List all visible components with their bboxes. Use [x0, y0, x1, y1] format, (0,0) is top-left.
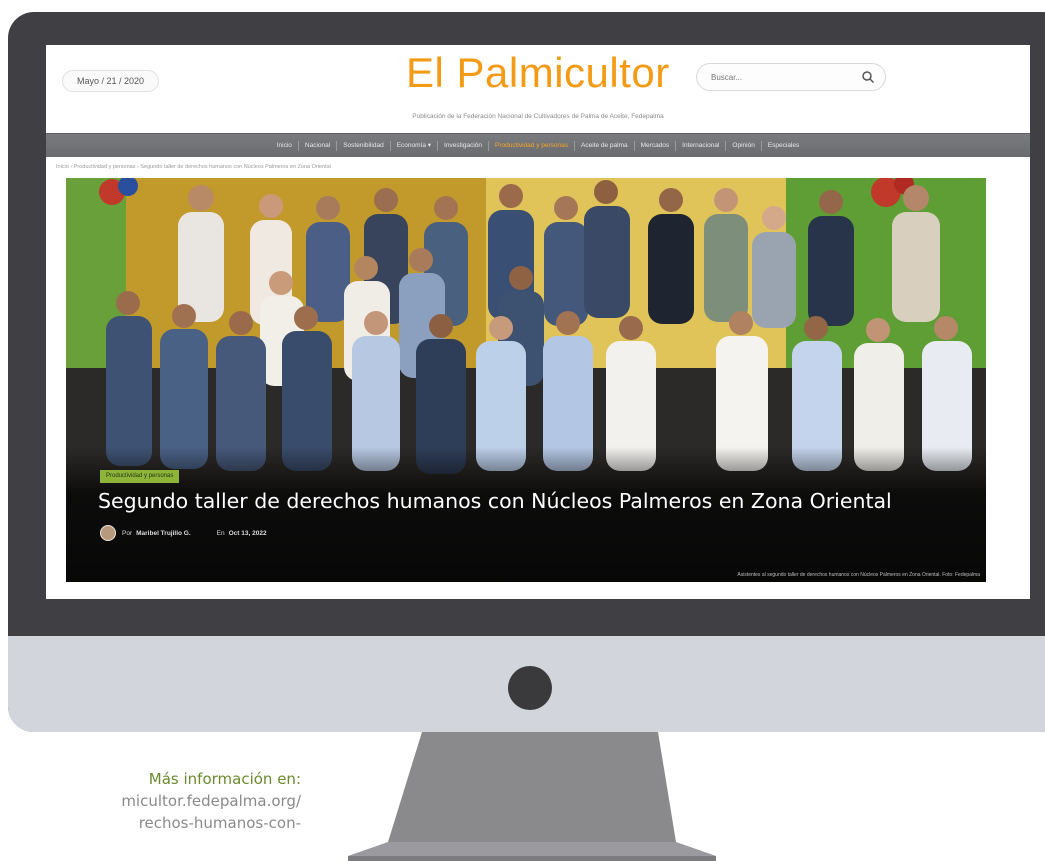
date-badge: Mayo / 21 / 2020 [62, 70, 160, 92]
monitor-button-icon [508, 666, 552, 710]
hero-overlay [66, 447, 986, 582]
photo-credit: Asistentes al segundo taller de derechos… [737, 572, 980, 578]
website-screen: Mayo / 21 / 2020 El Palmicultor Publicac… [46, 45, 1030, 599]
on-label: En [216, 529, 225, 537]
nav-item-investigacion[interactable]: Investigación [438, 140, 489, 151]
author-name[interactable]: Maribel Trujillo G. [136, 530, 191, 537]
search-icon[interactable] [861, 70, 875, 84]
monitor-chin [8, 636, 1045, 732]
article-title[interactable]: Segundo taller de derechos humanos con N… [98, 489, 892, 513]
author-avatar [100, 525, 116, 541]
nav-item-inicio[interactable]: Inicio [271, 140, 299, 151]
nav-item-economia[interactable]: Economía ▾ [391, 140, 439, 151]
more-info-url-line2[interactable]: rechos-humanos-con- [0, 812, 301, 834]
nav-item-sostenibilidad[interactable]: Sostenibilidad [337, 140, 391, 151]
category-badge[interactable]: Productividad y personas [100, 470, 180, 483]
nav-item-mercados[interactable]: Mercados [635, 140, 677, 151]
nav-item-opinion[interactable]: Opinión [726, 140, 762, 151]
search-box[interactable] [696, 63, 886, 91]
more-info-label: Más información en: [148, 770, 301, 788]
site-header: Mayo / 21 / 2020 El Palmicultor Publicac… [46, 45, 1030, 133]
nav-item-especiales[interactable]: Especiales [762, 141, 805, 151]
monitor-frame: Mayo / 21 / 2020 El Palmicultor Publicac… [8, 12, 1045, 732]
monitor-stand [348, 732, 716, 861]
site-tagline: Publicación de la Federación Nacional de… [412, 113, 664, 120]
site-logo[interactable]: El Palmicultor [406, 49, 670, 97]
more-info-url-line1[interactable]: micultor.fedepalma.org/ [0, 790, 301, 812]
nav-item-aceite[interactable]: Aceite de palma [575, 140, 635, 151]
search-input[interactable] [711, 68, 851, 86]
breadcrumb[interactable]: Inicio › Productividad y personas › Segu… [56, 164, 331, 170]
article-meta: Por Maribel Trujillo G. En Oct 13, 2022 [100, 524, 267, 542]
by-label: Por [122, 529, 133, 537]
nav-item-nacional[interactable]: Nacional [299, 140, 338, 151]
nav-item-productividad[interactable]: Productividad y personas [489, 140, 575, 151]
nav-item-internacional[interactable]: Internacional [676, 140, 727, 151]
main-nav: Inicio Nacional Sostenibilidad Economía … [46, 133, 1030, 157]
article-date: Oct 13, 2022 [228, 529, 267, 537]
more-info-caption: Más información en: micultor.fedepalma.o… [0, 768, 301, 834]
hero-article[interactable]: Productividad y personas Segundo taller … [66, 178, 986, 582]
